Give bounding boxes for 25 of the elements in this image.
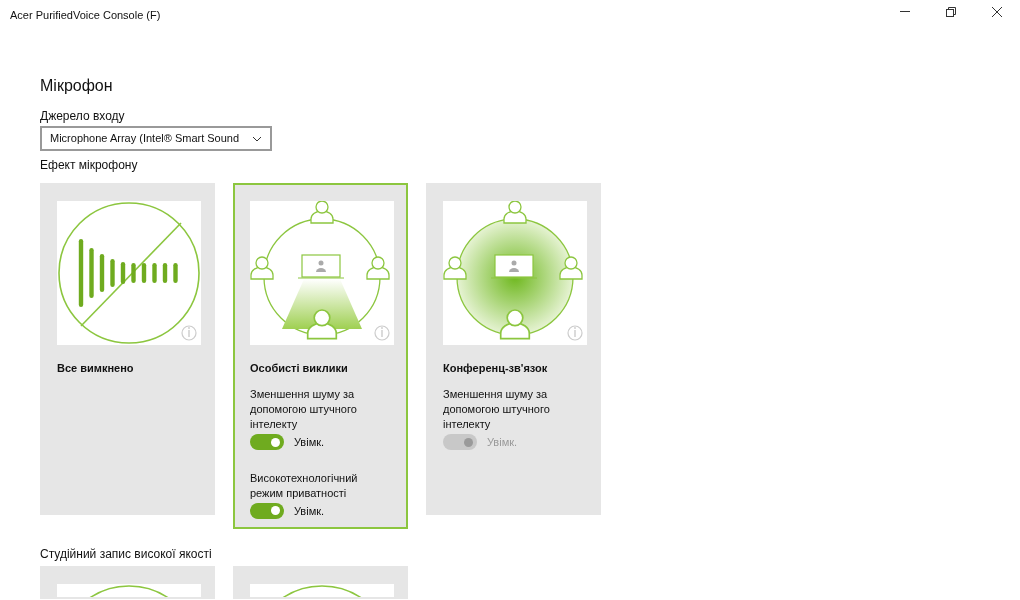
effect-card[interactable]: Все вимкнено bbox=[40, 183, 215, 515]
effect-card[interactable]: Особисті виклики Зменшення шуму за допомогою штучного інтелекту Увімк. Високотехнологічний режим приватності Увімк. bbox=[233, 183, 408, 529]
toggle-label: Увімк. bbox=[294, 435, 325, 450]
minimize-icon bbox=[900, 11, 910, 13]
restore-icon bbox=[946, 7, 956, 17]
card-title: Особисті виклики bbox=[250, 361, 349, 375]
input-source-dropdown[interactable]: Microphone Array (Intel® Smart Sound bbox=[40, 126, 272, 151]
toggle-label: Увімк. bbox=[487, 435, 518, 450]
card-title: Все вимкнено bbox=[57, 361, 135, 375]
card-title: Конференц-зв'язок bbox=[443, 361, 549, 375]
effect-card[interactable] bbox=[233, 566, 408, 599]
window-title: Acer PurifiedVoice Console (F) bbox=[10, 7, 161, 23]
toggle-switch[interactable] bbox=[250, 502, 284, 519]
toggle-label: Увімк. bbox=[294, 503, 325, 519]
toggle-switch[interactable] bbox=[250, 434, 284, 451]
option-label: Високотехнологічний режим приватності bbox=[250, 470, 359, 501]
chevron-down-icon bbox=[252, 135, 262, 142]
page-heading: Мікрофон bbox=[40, 76, 114, 96]
close-icon bbox=[992, 7, 1002, 17]
field-label: Джерело входу bbox=[40, 108, 126, 124]
option-label: Зменшення шуму за допомогою штучного інтелекту bbox=[250, 387, 358, 432]
section-title: Студійний запис високої якості bbox=[40, 546, 213, 562]
option-label: Зменшення шуму за допомогою штучного інтелекту bbox=[443, 387, 551, 432]
effect-card[interactable] bbox=[40, 566, 215, 599]
section-title: Ефект мікрофону bbox=[40, 157, 139, 173]
